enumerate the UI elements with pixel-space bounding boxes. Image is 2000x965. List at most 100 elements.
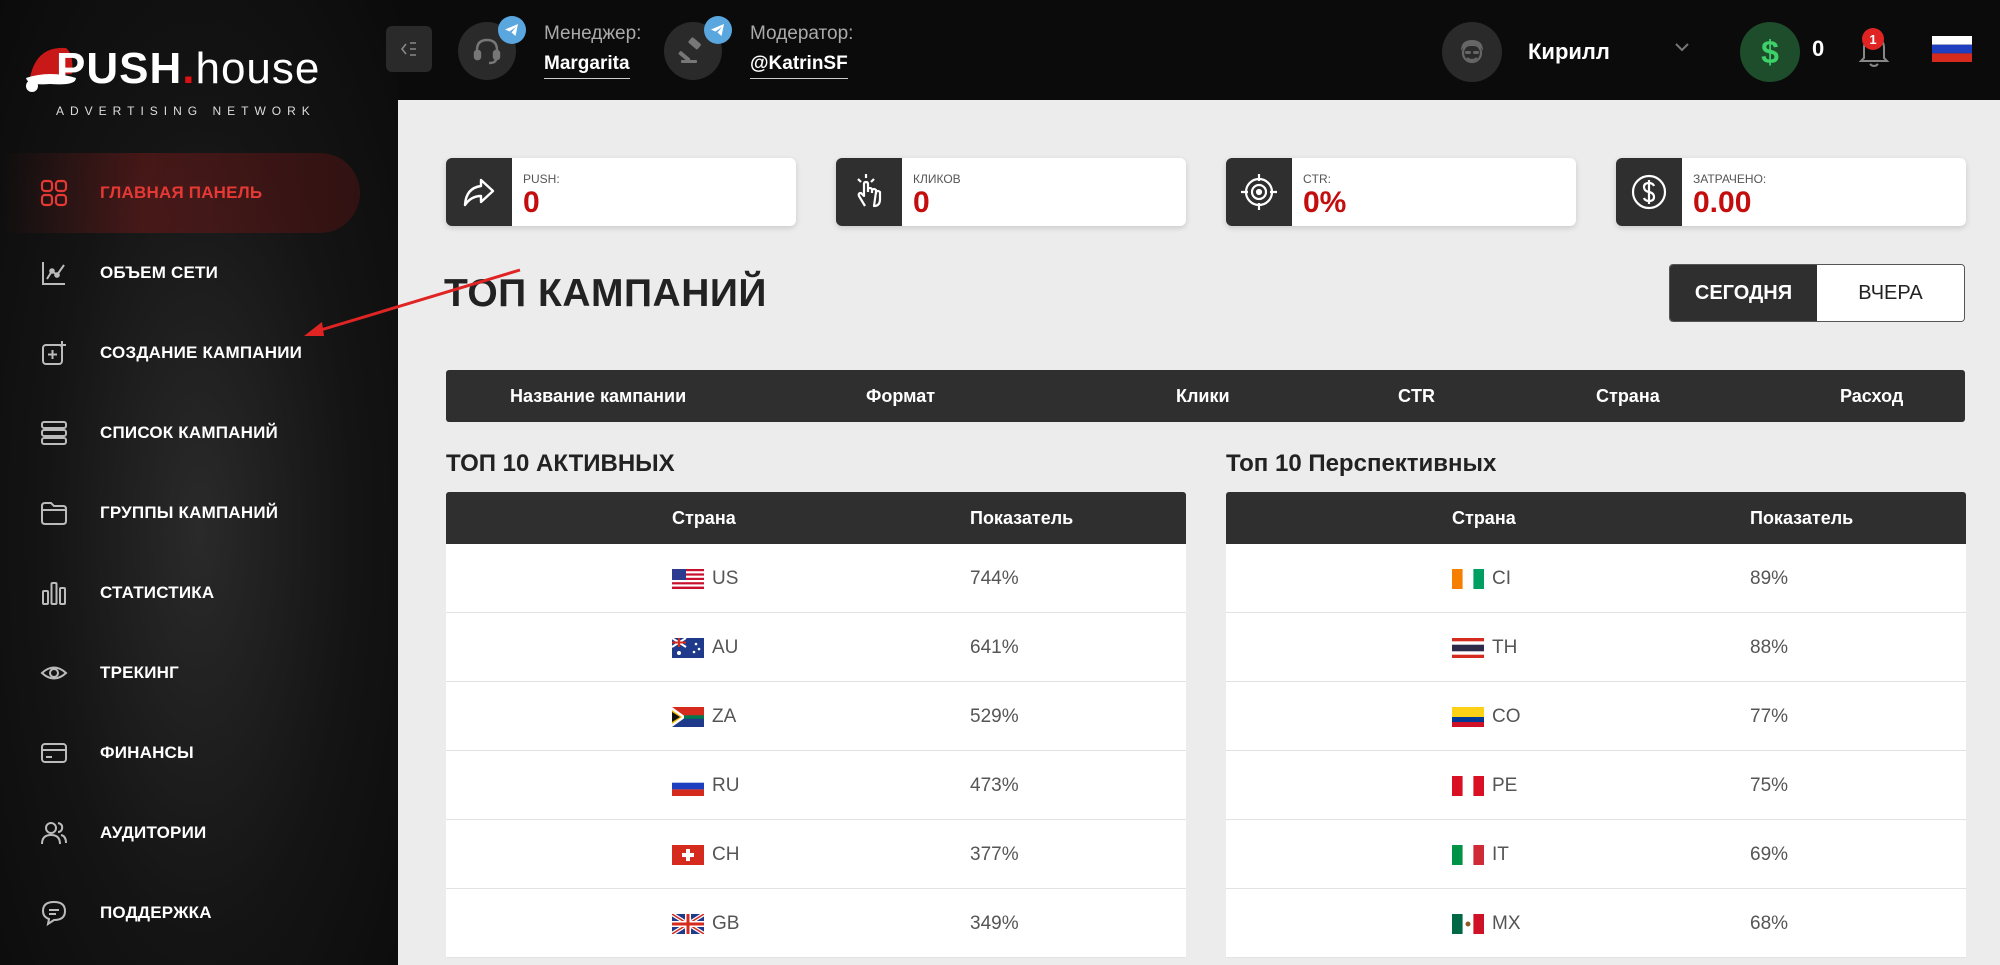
headset-icon (473, 38, 501, 65)
campaign-table-header: Название кампании Формат Клики CTR Стран… (446, 370, 1965, 422)
chevron-down-icon[interactable] (1672, 40, 1692, 54)
column-header-format[interactable]: Формат (866, 386, 935, 407)
sidebar-item-dashboard[interactable]: ГЛАВНАЯ ПАНЕЛЬ (0, 153, 398, 233)
tab-today[interactable]: СЕГОДНЯ (1670, 265, 1817, 321)
sidebar-item-label: ОБЪЕМ СЕТИ (100, 263, 219, 282)
eye-icon (40, 659, 68, 687)
indicator-value: 473% (970, 775, 1019, 796)
balance-dollar-icon[interactable]: $ (1740, 22, 1800, 82)
indicator-value: 529% (970, 706, 1019, 727)
stat-card-ctr: CTR: 0% (1226, 158, 1576, 226)
share-arrow-icon (446, 158, 512, 226)
sidebar-item-create-campaign[interactable]: СОЗДАНИЕ КАМПАНИИ (0, 313, 398, 393)
table-row: CH 377% (446, 820, 1186, 889)
stat-card-clicks: КЛИКОВ 0 (836, 158, 1186, 226)
indicator-value: 75% (1750, 775, 1789, 796)
gavel-icon (678, 37, 701, 63)
users-icon (40, 819, 68, 847)
list-icon (40, 419, 68, 447)
moderator-role-label: Модератор: (750, 23, 854, 44)
country-code: CI (1492, 568, 1511, 589)
sidebar-item-label: ТРЕКИНГ (100, 663, 179, 682)
stat-label: PUSH: (523, 172, 560, 186)
manager-contact[interactable]: Менеджер: Margarita (458, 16, 641, 80)
flag-za-icon (672, 707, 704, 727)
tap-hand-icon (836, 158, 902, 226)
sidebar-item-finance[interactable]: ФИНАНСЫ (0, 713, 398, 793)
page-title: ТОП КАМПАНИЙ (444, 272, 767, 315)
logo[interactable]: PUSH.house ADVERTISING NETWORK (22, 10, 342, 120)
table-row: RU 473% (446, 751, 1186, 820)
indicator-value: 88% (1750, 637, 1789, 658)
support-chat-icon (40, 899, 68, 927)
column-header-ctr[interactable]: CTR (1398, 386, 1435, 407)
moderator-contact[interactable]: Модератор: @KatrinSF (664, 16, 854, 80)
table-row: US 744% (446, 544, 1186, 613)
language-flag-ru-icon[interactable] (1932, 36, 1972, 62)
flag-co-icon (1452, 707, 1484, 727)
sidebar-item-network-volume[interactable]: ОБЪЕМ СЕТИ (0, 233, 398, 313)
table-row: ZA 529% (446, 682, 1186, 751)
sidebar-item-label: СПИСОК КАМПАНИЙ (100, 423, 278, 442)
table-row: TH 88% (1226, 613, 1966, 682)
table-header: Страна Показатель (1226, 492, 1966, 544)
top-perspective-title: Топ 10 Перспективных (1226, 450, 1497, 477)
top-perspective-table: Страна Показатель CI 89% TH 88% CO 77% P… (1226, 492, 1966, 958)
sidebar-item-campaign-list[interactable]: СПИСОК КАМПАНИЙ (0, 393, 398, 473)
moderator-name-link[interactable]: @KatrinSF (750, 53, 848, 79)
sidebar-item-support[interactable]: ПОДДЕРЖКА (0, 873, 398, 953)
column-header-clicks[interactable]: Клики (1176, 386, 1230, 407)
telegram-icon[interactable] (704, 16, 732, 44)
collapse-menu-icon (400, 42, 416, 56)
sidebar-item-tracking[interactable]: ТРЕКИНГ (0, 633, 398, 713)
sidebar-item-campaign-groups[interactable]: ГРУППЫ КАМПАНИЙ (0, 473, 398, 553)
user-avatar (1442, 22, 1502, 82)
logo-subtitle: ADVERTISING NETWORK (56, 104, 316, 118)
sidebar: PUSH.house ADVERTISING NETWORK ГЛАВНАЯ П… (0, 0, 398, 965)
flag-it-icon (1452, 845, 1484, 865)
country-code: GB (712, 913, 740, 934)
country-code: ZA (712, 706, 737, 727)
period-tabs: СЕГОДНЯ ВЧЕРА (1669, 264, 1965, 322)
column-header-country[interactable]: Страна (1596, 386, 1660, 407)
top-active-title: ТОП 10 АКТИВНЫХ (446, 450, 675, 477)
telegram-icon[interactable] (498, 16, 526, 44)
dashboard-icon (40, 179, 68, 207)
manager-avatar (458, 16, 526, 80)
flag-au-icon (672, 638, 704, 658)
indicator-value: 744% (970, 568, 1019, 589)
table-row: MX 68% (1226, 889, 1966, 958)
country-code: CO (1492, 706, 1521, 727)
sidebar-item-statistics[interactable]: СТАТИСТИКА (0, 553, 398, 633)
manager-name-link[interactable]: Margarita (544, 53, 630, 79)
tab-yesterday[interactable]: ВЧЕРА (1817, 265, 1964, 321)
stat-label: КЛИКОВ (913, 172, 961, 186)
stat-value: 0.00 (1693, 186, 1752, 219)
stat-card-spent: ЗАТРАЧЕНО: 0.00 (1616, 158, 1966, 226)
table-row: GB 349% (446, 889, 1186, 958)
flag-pe-icon (1452, 776, 1484, 796)
sidebar-item-label: СТАТИСТИКА (100, 583, 215, 602)
country-code: IT (1492, 844, 1509, 865)
sidebar-item-audiences[interactable]: АУДИТОРИИ (0, 793, 398, 873)
sidebar-nav: ГЛАВНАЯ ПАНЕЛЬ ОБЪЕМ СЕТИ СОЗДАНИЕ КАМПА… (0, 153, 398, 953)
user-menu[interactable]: Кирилл (1442, 22, 1610, 82)
sidebar-collapse-button[interactable] (386, 26, 432, 72)
indicator-value: 69% (1750, 844, 1789, 865)
indicator-value: 77% (1750, 706, 1789, 727)
moderator-avatar (664, 16, 732, 80)
stat-value: 0 (523, 186, 540, 219)
flag-gb-icon (672, 914, 704, 934)
user-name: Кирилл (1528, 39, 1610, 64)
table-header: Страна Показатель (446, 492, 1186, 544)
stat-label: ЗАТРАЧЕНО: (1693, 172, 1767, 186)
flag-ch-icon (672, 845, 704, 865)
flag-ru-icon (672, 776, 704, 796)
column-header-campaign-name[interactable]: Название кампании (510, 386, 686, 407)
bar-chart-icon (40, 579, 68, 607)
flag-mx-icon (1452, 914, 1484, 934)
balance-value: 0 (1812, 36, 1825, 61)
indicator-value: 349% (970, 913, 1019, 934)
column-header-spend[interactable]: Расход (1840, 386, 1903, 407)
credit-card-icon (40, 739, 68, 767)
